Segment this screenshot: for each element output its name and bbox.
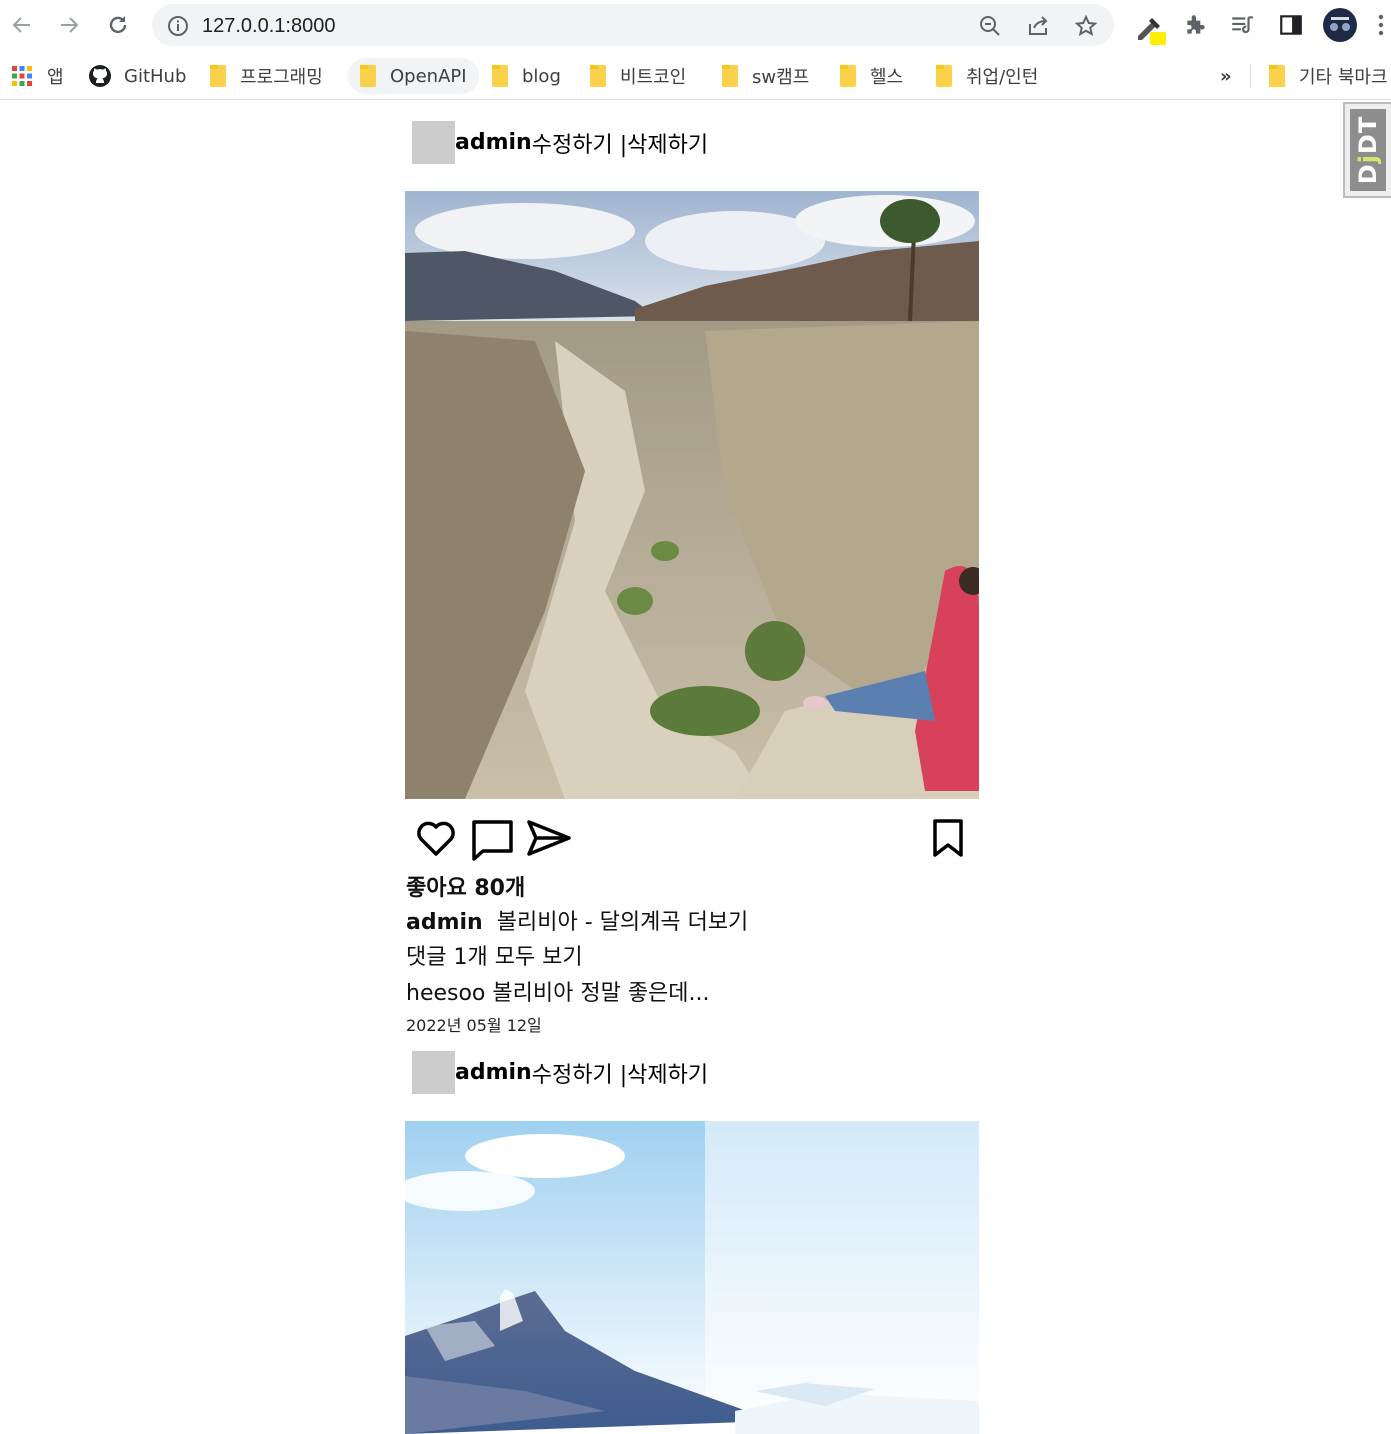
bookmark-label: sw캠프 xyxy=(752,67,810,88)
bookmark-icon[interactable] xyxy=(931,817,965,863)
back-arrow-icon[interactable] xyxy=(9,12,35,38)
address-bar[interactable]: 127.0.0.1:8000 xyxy=(152,4,1114,46)
site-info-icon[interactable] xyxy=(166,14,190,38)
bookmark-label: OpenAPI xyxy=(390,65,467,87)
bookmark-label: 헬스 xyxy=(870,67,904,88)
delete-post-link[interactable]: 삭제하기 xyxy=(627,127,708,159)
url-text[interactable]: 127.0.0.1:8000 xyxy=(202,15,335,38)
folder-icon xyxy=(840,65,856,87)
bookmark-folder-swcamp[interactable]: sw캠프 xyxy=(722,58,809,94)
folder-icon xyxy=(722,65,738,87)
heart-icon[interactable] xyxy=(415,817,457,863)
likes-count: 좋아요 80개 xyxy=(406,876,526,901)
view-all-comments-link[interactable]: 댓글 1개 모두 보기 xyxy=(406,939,583,971)
forward-arrow-icon[interactable] xyxy=(56,12,82,38)
folder-icon xyxy=(492,65,508,87)
post-author[interactable]: admin xyxy=(455,130,532,155)
post-caption: admin 볼리비아 - 달의계곡 더보기 xyxy=(406,904,748,936)
bookmark-folder-bitcoin[interactable]: 비트코인 xyxy=(590,58,686,94)
eyedropper-extension-icon[interactable] xyxy=(1134,12,1166,45)
bookmark-folder-health[interactable]: 헬스 xyxy=(840,58,903,94)
post-author[interactable]: admin xyxy=(455,1060,532,1085)
apps-grid-icon xyxy=(11,65,33,87)
bookmark-label: 기타 북마크 xyxy=(1299,67,1388,88)
bookmark-folder-blog[interactable]: blog xyxy=(492,58,561,94)
bookmarks-bar: 앱 GitHub 프로그래밍 OpenAPI blog 비트코인 sw캠프 헬스… xyxy=(0,50,1391,100)
djdt-logo: DjDT xyxy=(1350,109,1386,191)
bookmark-label: 취업/인턴 xyxy=(966,67,1039,88)
browser-toolbar: 127.0.0.1:8000 xyxy=(0,0,1391,50)
avatar xyxy=(412,121,455,164)
bookmark-folder-jobs[interactable]: 취업/인턴 xyxy=(936,58,1038,94)
avatar xyxy=(412,1051,455,1094)
caption-author[interactable]: admin xyxy=(406,910,483,935)
bookmark-label: blog xyxy=(522,65,561,87)
share-send-icon[interactable] xyxy=(526,817,572,863)
bookmarks-overflow-button[interactable]: » xyxy=(1220,58,1232,94)
post-photo[interactable] xyxy=(405,1121,979,1434)
edit-post-link[interactable]: 수정하기 | xyxy=(532,127,627,159)
folder-icon xyxy=(590,65,606,87)
bookmarks-divider xyxy=(1250,64,1251,88)
delete-post-link[interactable]: 삭제하기 xyxy=(627,1057,708,1089)
bookmark-label: 프로그래밍 xyxy=(240,67,323,88)
side-panel-icon[interactable] xyxy=(1278,12,1304,38)
post-actions xyxy=(405,815,979,865)
comment-preview: heesoo 볼리비아 정말 좋은데... xyxy=(406,981,710,1006)
edit-post-link[interactable]: 수정하기 | xyxy=(532,1057,627,1089)
menu-kebab-icon[interactable] xyxy=(1374,12,1388,38)
post-header: admin 수정하기 | 삭제하기 xyxy=(412,121,708,164)
folder-icon xyxy=(360,65,376,87)
folder-icon xyxy=(1269,65,1285,87)
github-icon xyxy=(88,64,112,88)
profile-avatar-icon[interactable] xyxy=(1323,8,1357,42)
star-icon[interactable] xyxy=(1074,14,1098,38)
bookmark-folder-openapi[interactable]: OpenAPI xyxy=(348,58,479,94)
extensions-puzzle-icon[interactable] xyxy=(1183,12,1209,38)
share-icon[interactable] xyxy=(1026,14,1050,38)
bookmark-github[interactable]: GitHub xyxy=(88,58,186,94)
bookmark-label: 비트코인 xyxy=(620,67,687,88)
bookmark-apps[interactable]: 앱 xyxy=(11,58,64,94)
bookmark-other-folder[interactable]: 기타 북마크 xyxy=(1269,58,1388,94)
reload-icon[interactable] xyxy=(105,12,131,38)
bookmark-folder-programming[interactable]: 프로그래밍 xyxy=(210,58,323,94)
folder-icon xyxy=(210,65,226,87)
bookmark-label: GitHub xyxy=(124,65,187,87)
post-photo[interactable] xyxy=(405,191,979,799)
bookmark-label: 앱 xyxy=(47,67,64,88)
comment-icon[interactable] xyxy=(471,817,515,865)
post-header: admin 수정하기 | 삭제하기 xyxy=(412,1051,708,1094)
folder-icon xyxy=(936,65,952,87)
media-queue-icon[interactable] xyxy=(1229,12,1255,38)
django-debug-toolbar-handle[interactable]: DjDT xyxy=(1343,102,1391,198)
post-date: 2022년 05월 12일 xyxy=(406,1016,542,1035)
caption-text[interactable]: 볼리비아 - 달의계곡 더보기 xyxy=(497,910,749,935)
zoom-icon[interactable] xyxy=(978,14,1002,38)
